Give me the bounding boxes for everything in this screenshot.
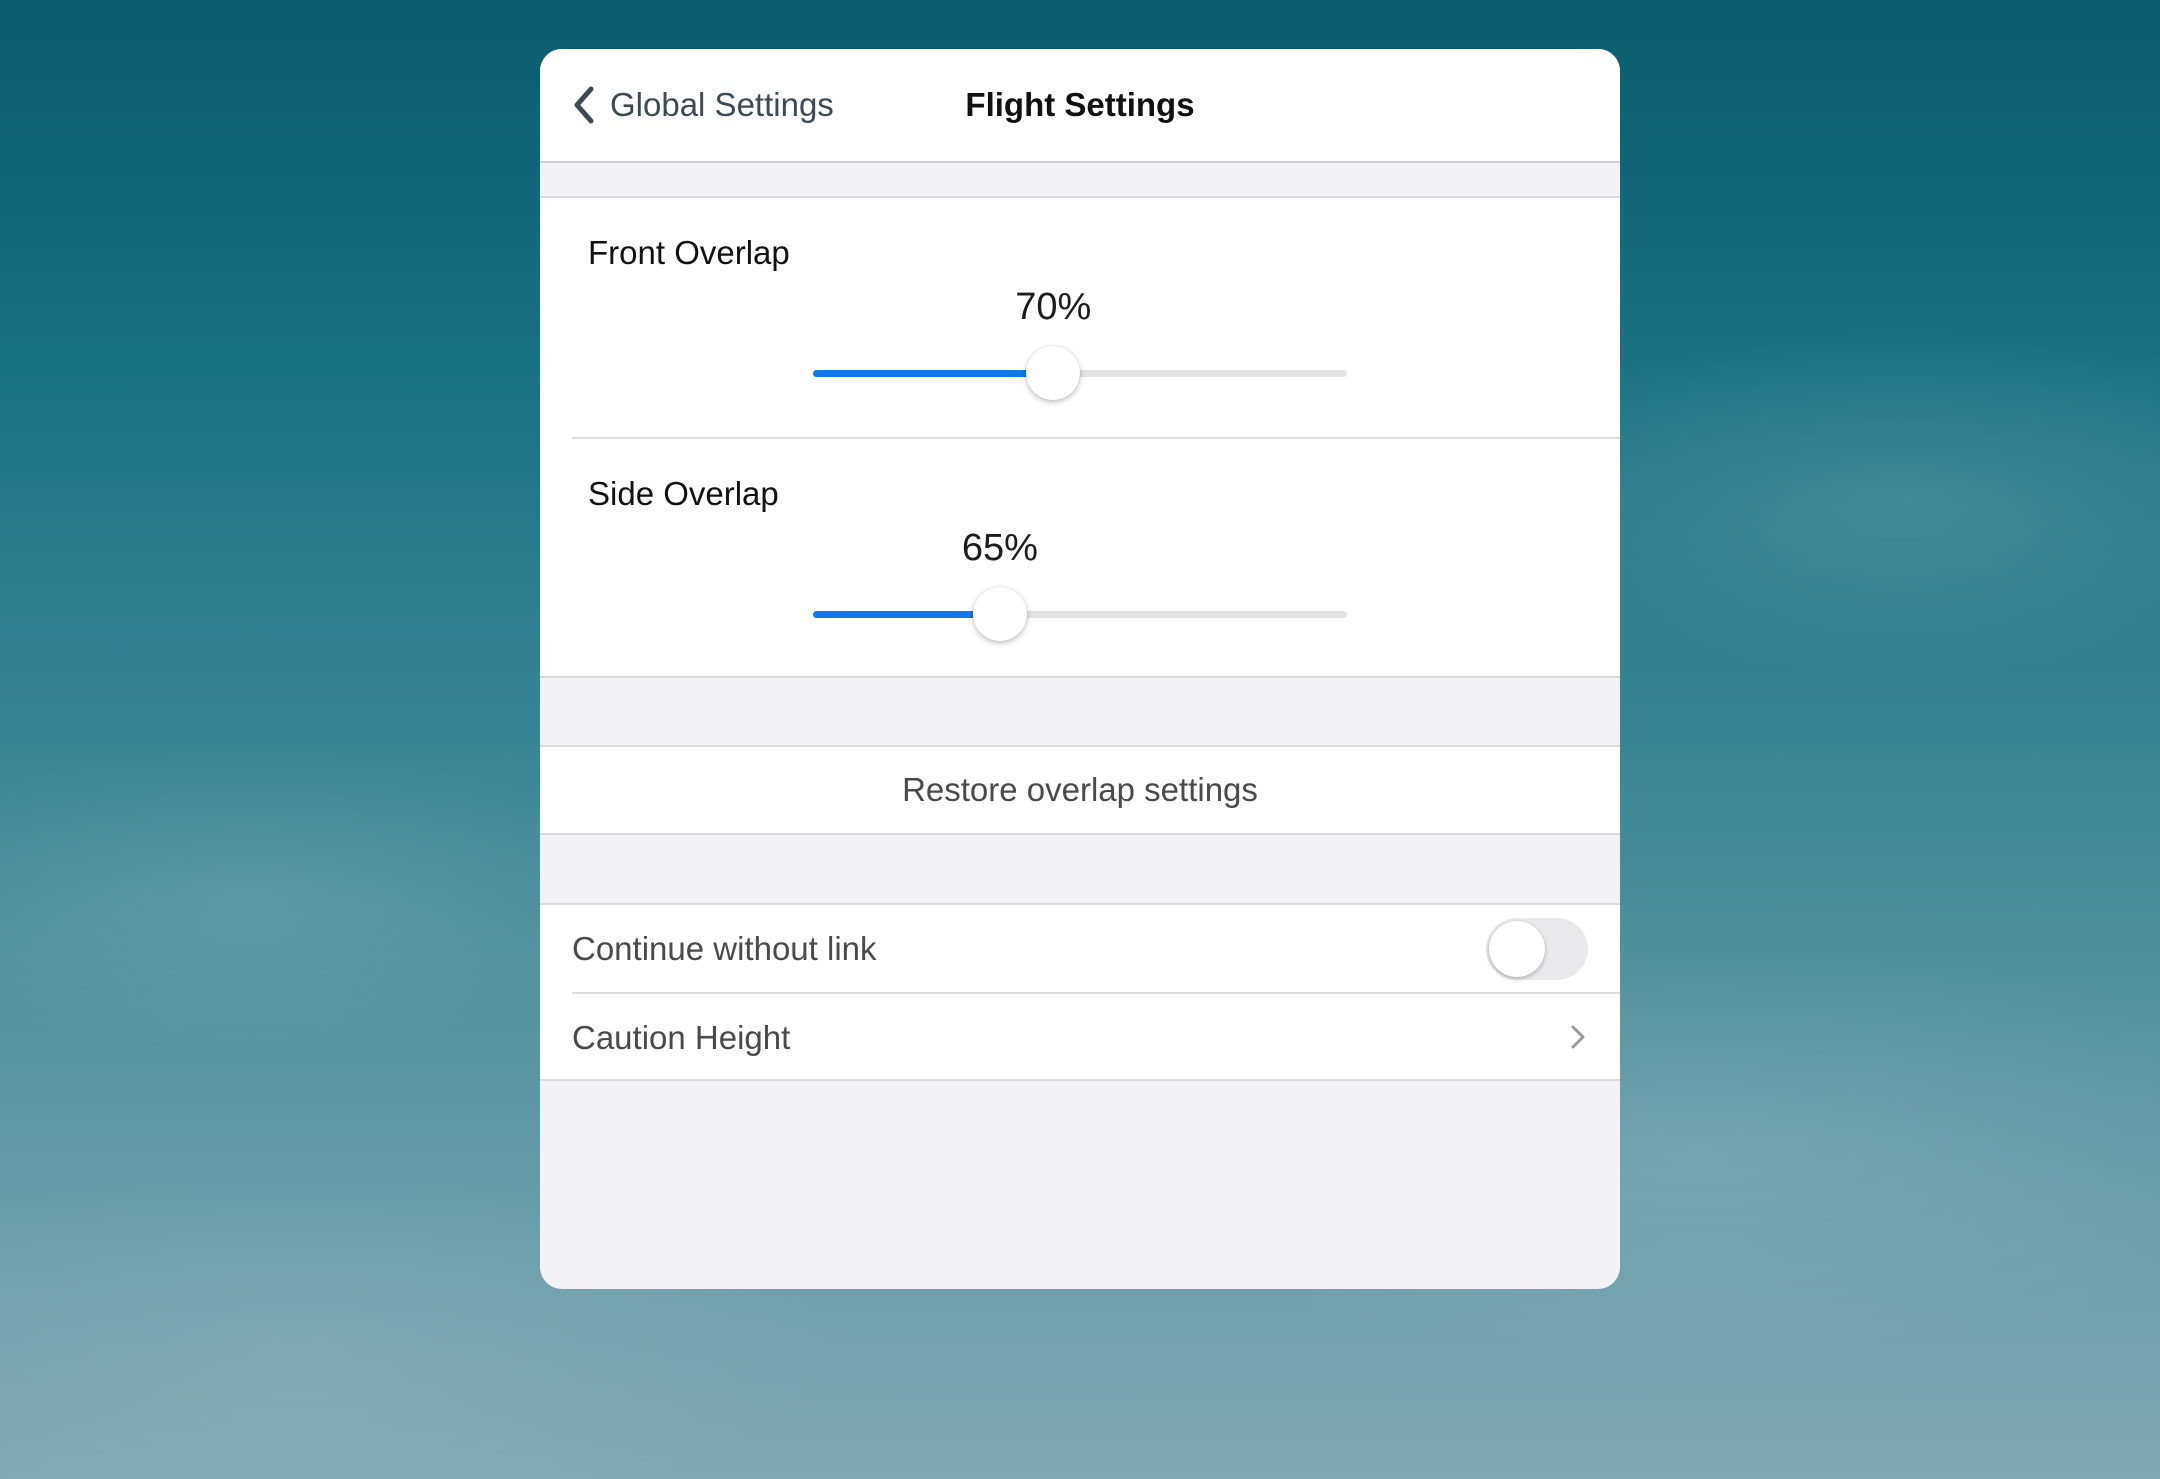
flight-settings-panel: Global Settings Flight Settings Front Ov…	[540, 49, 1620, 1289]
caution-height-label: Caution Height	[572, 1019, 791, 1056]
continue-without-link-row: Continue without link	[540, 905, 1620, 992]
front-overlap-slider-fill	[813, 370, 1054, 377]
side-overlap-value: 65%	[961, 527, 1038, 569]
overlap-section: Front Overlap 70% Side Overlap 65%	[540, 196, 1620, 678]
front-overlap-value: 70%	[1015, 286, 1092, 328]
side-overlap-row: Side Overlap 65%	[540, 439, 1620, 678]
side-overlap-label: Side Overlap	[588, 475, 779, 512]
caution-height-row[interactable]: Caution Height	[540, 994, 1620, 1081]
toggle-knob	[1489, 921, 1545, 977]
front-overlap-slider-thumb[interactable]	[1026, 346, 1081, 400]
side-overlap-slider-thumb[interactable]	[972, 587, 1027, 641]
continue-without-link-label: Continue without link	[572, 930, 877, 967]
front-overlap-slider[interactable]	[813, 370, 1347, 377]
front-overlap-label: Front Overlap	[588, 234, 790, 271]
front-overlap-row: Front Overlap 70%	[540, 198, 1620, 437]
page-title: Flight Settings	[965, 86, 1195, 123]
side-overlap-slider[interactable]	[813, 611, 1347, 618]
options-section: Continue without link Caution Height	[540, 903, 1620, 1081]
navigation-bar: Global Settings Flight Settings	[540, 49, 1620, 163]
side-overlap-slider-fill	[813, 611, 1000, 618]
chevron-right-icon	[1566, 1017, 1590, 1057]
restore-overlap-button[interactable]: Restore overlap settings	[540, 747, 1620, 833]
restore-section: Restore overlap settings	[540, 745, 1620, 835]
continue-without-link-toggle[interactable]	[1486, 918, 1588, 980]
